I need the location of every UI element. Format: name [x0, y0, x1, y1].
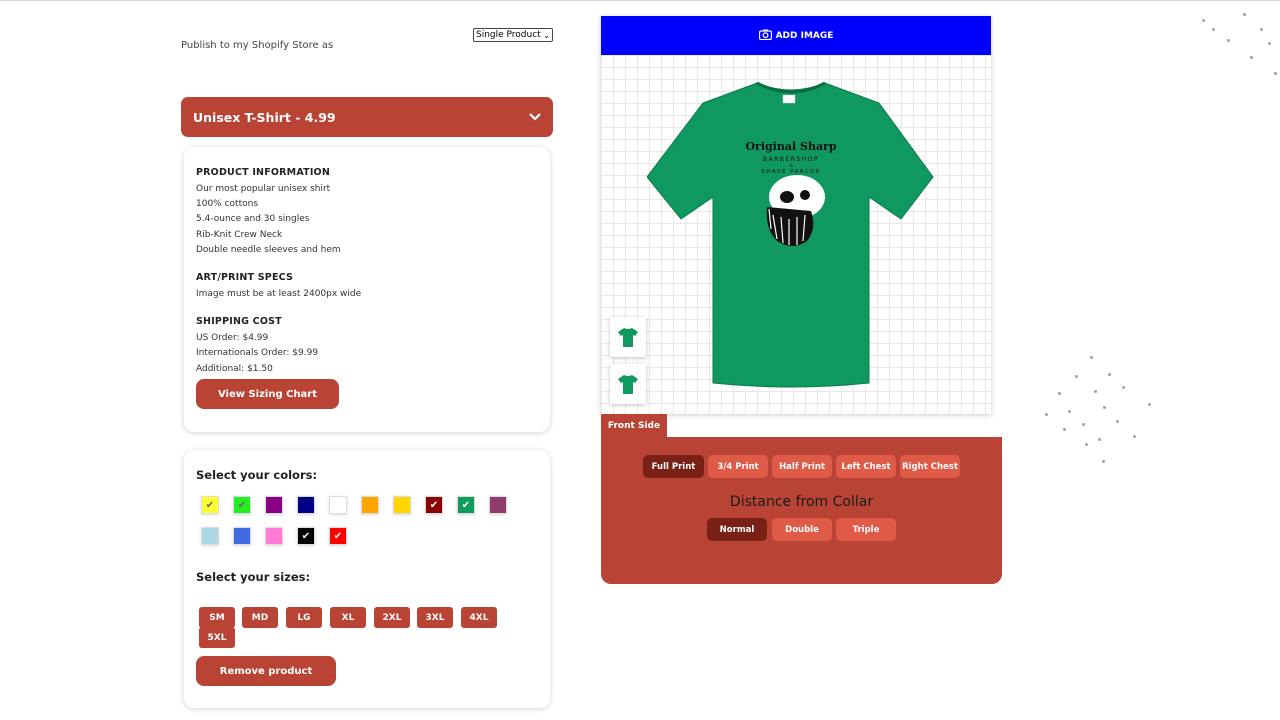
print-options-panel: Full Print 3/4 Print Half Print Left Che…: [601, 437, 1002, 584]
print-option-half[interactable]: Half Print: [772, 455, 832, 478]
color-swatch-lime[interactable]: ✔: [233, 496, 251, 514]
specs-heading: ART/PRINT SPECS: [196, 272, 294, 284]
size-button-sm[interactable]: SM: [199, 607, 235, 628]
tshirt-mockup: Original Sharp BARBERSHOP & SHAVE PARLOR: [647, 81, 934, 388]
print-text-amp: &: [789, 163, 792, 168]
collar-option-double[interactable]: Double: [772, 518, 832, 541]
print-text-line: SHAVE PARLOR: [761, 169, 821, 175]
color-swatch-navy[interactable]: [297, 496, 315, 514]
info-line: 5.4-ounce and 30 singles: [196, 214, 310, 225]
info-line: Double needle sleeves and hem: [196, 244, 341, 255]
checkmark-icon: ✔: [237, 499, 247, 511]
camera-icon: [758, 29, 772, 43]
color-swatch-kelly-green[interactable]: ✔: [457, 496, 475, 514]
collar-option-normal[interactable]: Normal: [707, 518, 767, 541]
color-swatch-purple[interactable]: [265, 496, 283, 514]
info-line: 100% cottons: [196, 199, 259, 210]
checkmark-icon: ✔: [301, 530, 311, 542]
view-sizing-chart-button[interactable]: View Sizing Chart: [196, 379, 339, 409]
print-text-line: BARBERSHOP: [763, 156, 819, 163]
publish-label: Publish to my Shopify Store as: [181, 40, 334, 51]
print-option-right-chest[interactable]: Right Chest: [900, 455, 960, 478]
product-info-heading: PRODUCT INFORMATION: [196, 167, 330, 178]
publish-type-select[interactable]: Single Product ⌄: [473, 28, 553, 42]
colors-heading: Select your colors:: [196, 468, 318, 482]
tab-front-side[interactable]: Front Side: [601, 414, 667, 437]
chevron-down-icon: [529, 110, 541, 124]
color-swatch-royal-blue[interactable]: [233, 527, 251, 545]
tshirt-icon: [618, 375, 638, 394]
publish-type-value: Single Product: [476, 30, 541, 40]
color-swatch-red[interactable]: ✔: [329, 527, 347, 545]
product-info-card: PRODUCT INFORMATION Our most popular uni…: [184, 147, 550, 432]
color-swatch-heather-purple[interactable]: [489, 496, 507, 514]
specs-line: Image must be at least 2400px wide: [196, 289, 362, 300]
size-button-2xl[interactable]: 2XL: [374, 607, 410, 628]
sizes-heading: Select your sizes:: [196, 570, 311, 584]
collar-option-triple[interactable]: Triple: [836, 518, 896, 541]
back-thumbnail[interactable]: [610, 364, 646, 404]
size-button-4xl[interactable]: 4XL: [461, 607, 497, 628]
size-button-lg[interactable]: LG: [286, 607, 322, 628]
add-image-button[interactable]: ADD IMAGE: [601, 16, 991, 55]
print-option-full[interactable]: Full Print: [643, 455, 704, 478]
print-option-left-chest[interactable]: Left Chest: [836, 455, 896, 478]
color-swatch-white[interactable]: [329, 496, 347, 514]
size-button-xl[interactable]: XL: [330, 607, 366, 628]
design-canvas[interactable]: Original Sharp BARBERSHOP & SHAVE PARLOR: [601, 55, 991, 414]
size-button-5xl[interactable]: 5XL: [199, 627, 235, 648]
info-line: Rib-Knit Crew Neck: [196, 229, 283, 240]
checkmark-icon: ✔: [429, 499, 439, 511]
product-dropdown[interactable]: Unisex T-Shirt - 4.99: [181, 97, 553, 137]
print-text-title: Original Sharp: [745, 140, 836, 153]
color-swatch-orange[interactable]: [361, 496, 379, 514]
design-canvas-panel: ADD IMAGE Original Sharp BARBERSHOP & SH…: [601, 16, 991, 414]
info-line: Our most popular unisex shirt: [196, 184, 331, 194]
color-swatch-maroon[interactable]: ✔: [425, 496, 443, 514]
color-swatch-black[interactable]: ✔: [297, 527, 315, 545]
product-title: Unisex T-Shirt - 4.99: [193, 109, 336, 125]
options-card: Select your colors: ✔ ✔ ✔ ✔ ✔ ✔ Select your s…: [184, 450, 550, 708]
shipping-line: US Order: $4.99: [196, 333, 269, 344]
color-swatch-gold[interactable]: [393, 496, 411, 514]
top-divider: [0, 0, 1280, 1]
collar-distance-heading: Distance from Collar: [729, 494, 874, 510]
size-button-3xl[interactable]: 3XL: [417, 607, 453, 628]
chevron-down-icon: ⌄: [543, 30, 550, 40]
front-thumbnail[interactable]: [610, 317, 646, 357]
remove-product-button[interactable]: Remove product: [196, 656, 336, 686]
tshirt-icon: [618, 328, 638, 347]
color-swatch-yellow[interactable]: ✔: [201, 496, 219, 514]
add-image-label: ADD IMAGE: [775, 30, 834, 41]
size-button-md[interactable]: MD: [242, 607, 278, 628]
checkmark-icon: ✔: [205, 499, 215, 511]
color-swatch-pink[interactable]: [265, 527, 283, 545]
shipping-heading: SHIPPING COST: [196, 316, 282, 328]
checkmark-icon: ✔: [461, 499, 471, 511]
shipping-line: Internationals Order: $9.99: [196, 348, 319, 359]
print-option-three-quarter[interactable]: 3/4 Print: [708, 455, 768, 478]
color-swatch-light-blue[interactable]: [201, 527, 219, 545]
checkmark-icon: ✔: [333, 530, 343, 542]
shipping-line: Additional: $1.50: [196, 363, 273, 374]
